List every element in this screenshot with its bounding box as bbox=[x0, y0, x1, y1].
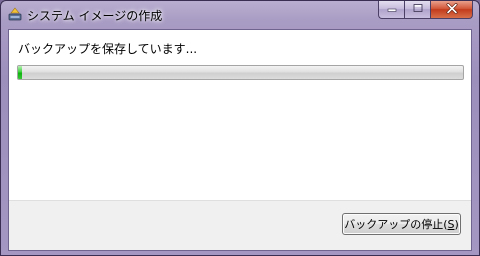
maximize-icon bbox=[413, 3, 423, 16]
maximize-button[interactable] bbox=[404, 1, 430, 19]
minimize-button[interactable] bbox=[378, 1, 404, 19]
status-text: バックアップを保存しています... bbox=[18, 42, 198, 56]
close-icon bbox=[446, 2, 458, 17]
dialog-body: バックアップを保存しています... バックアップの停止(S) bbox=[8, 29, 472, 251]
stop-backup-button[interactable]: バックアップの停止(S) bbox=[342, 213, 461, 235]
progress-fill bbox=[18, 66, 23, 79]
close-button[interactable] bbox=[430, 1, 473, 19]
backup-app-icon bbox=[8, 7, 22, 21]
dialog-window: システム イメージの作成 バックアップを保存しています... バックアップの停止… bbox=[0, 0, 480, 256]
stop-button-label-suffix: ) bbox=[454, 217, 459, 231]
title-bar[interactable]: システム イメージの作成 bbox=[1, 1, 479, 29]
progress-bar bbox=[17, 65, 464, 80]
stop-button-mnemonic: S bbox=[447, 217, 455, 231]
minimize-icon bbox=[387, 3, 397, 16]
window-title: システム イメージの作成 bbox=[27, 9, 163, 23]
stop-button-label-prefix: バックアップの停止( bbox=[344, 218, 448, 231]
caption-buttons bbox=[378, 1, 473, 20]
dialog-footer: バックアップの停止(S) bbox=[9, 200, 471, 250]
